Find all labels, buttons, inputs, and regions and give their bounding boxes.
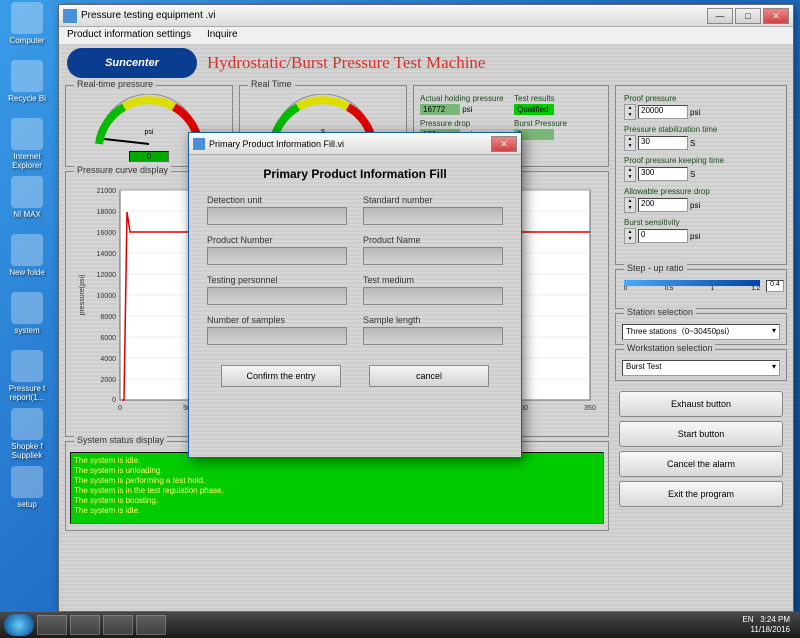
logo: Suncenter bbox=[67, 48, 197, 78]
task-item[interactable] bbox=[103, 615, 133, 635]
svg-text:8000: 8000 bbox=[100, 314, 116, 321]
window-title: Pressure testing equipment .vi bbox=[81, 10, 707, 21]
spinner[interactable]: ▲▼ bbox=[624, 135, 636, 151]
machine-title: Hydrostatic/Burst Pressure Test Machine bbox=[207, 53, 485, 73]
task-item[interactable] bbox=[136, 615, 166, 635]
spinner[interactable]: ▲▼ bbox=[624, 104, 636, 120]
svg-text:6000: 6000 bbox=[100, 335, 116, 342]
menu-product-info[interactable]: Product information settings bbox=[59, 27, 199, 44]
svg-text:0: 0 bbox=[112, 397, 116, 404]
menu-bar: Product information settings Inquire bbox=[59, 27, 793, 45]
holding-pressure-value: 16772 bbox=[420, 104, 460, 115]
parameters-panel: Proof pressure▲▼20000psi Pressure stabil… bbox=[615, 85, 787, 265]
dialog-heading: Primary Product Information Fill bbox=[197, 167, 513, 181]
cancel-button[interactable]: cancel bbox=[369, 365, 489, 387]
product-info-dialog: Primary Product Information Fill.vi ✕ Pr… bbox=[188, 132, 522, 458]
taskbar: EN 3:24 PM 11/18/2016 bbox=[0, 612, 800, 638]
svg-text:pressure(psi): pressure(psi) bbox=[79, 275, 86, 316]
desktop-icon[interactable]: NI MAX bbox=[2, 176, 52, 228]
step-ratio-slider[interactable] bbox=[624, 280, 760, 286]
stabilization-time-input[interactable]: 30 bbox=[638, 136, 688, 150]
dialog-close-button[interactable]: ✕ bbox=[491, 136, 517, 152]
desktop-icon[interactable]: Computer bbox=[2, 2, 52, 54]
number-of-samples-input[interactable] bbox=[207, 327, 347, 345]
task-item[interactable] bbox=[70, 615, 100, 635]
svg-text:21000: 21000 bbox=[97, 188, 117, 195]
system-tray[interactable]: EN 3:24 PM 11/18/2016 bbox=[742, 615, 796, 635]
standard-number-input[interactable] bbox=[363, 207, 503, 225]
desktop-icon[interactable]: Recycle Bi bbox=[2, 60, 52, 112]
svg-text:16000: 16000 bbox=[97, 230, 117, 237]
svg-text:4000: 4000 bbox=[100, 356, 116, 363]
svg-text:10000: 10000 bbox=[97, 293, 117, 300]
svg-text:12000: 12000 bbox=[97, 272, 117, 279]
maximize-button[interactable]: □ bbox=[735, 8, 761, 24]
desktop-icon[interactable]: New folde bbox=[2, 234, 52, 286]
exit-program-button[interactable]: Exit the program bbox=[619, 481, 783, 507]
svg-text:350: 350 bbox=[584, 405, 596, 412]
allowable-drop-input[interactable]: 200 bbox=[638, 198, 688, 212]
test-medium-input[interactable] bbox=[363, 287, 503, 305]
task-item[interactable] bbox=[37, 615, 67, 635]
title-bar[interactable]: Pressure testing equipment .vi — □ ✕ bbox=[59, 5, 793, 27]
dialog-title-bar[interactable]: Primary Product Information Fill.vi ✕ bbox=[189, 133, 521, 155]
close-button[interactable]: ✕ bbox=[763, 8, 789, 24]
burst-sensitivity-input[interactable]: 0 bbox=[638, 229, 688, 243]
test-result-value: Qualified bbox=[514, 104, 554, 115]
confirm-entry-button[interactable]: Confirm the entry bbox=[221, 365, 341, 387]
svg-text:18000: 18000 bbox=[97, 209, 117, 216]
testing-personnel-input[interactable] bbox=[207, 287, 347, 305]
system-log[interactable]: The system is idle.The system is unloadi… bbox=[70, 452, 604, 524]
station-selection-panel: Station selection Three stations（0~30450… bbox=[615, 313, 787, 345]
detection-unit-input[interactable] bbox=[207, 207, 347, 225]
product-number-input[interactable] bbox=[207, 247, 347, 265]
desktop-icon[interactable]: Shopke f Suppliek bbox=[2, 408, 52, 460]
spinner[interactable]: ▲▼ bbox=[624, 197, 636, 213]
start-button[interactable] bbox=[4, 614, 34, 636]
station-dropdown[interactable]: Three stations（0~30450psi）▾ bbox=[622, 324, 780, 340]
cancel-alarm-button[interactable]: Cancel the alarm bbox=[619, 451, 783, 477]
desktop-icon[interactable]: Pressure t report(1... bbox=[2, 350, 52, 402]
start-button[interactable]: Start button bbox=[619, 421, 783, 447]
keeping-time-input[interactable]: 300 bbox=[638, 167, 688, 181]
svg-text:0: 0 bbox=[118, 405, 122, 412]
desktop-icon[interactable]: Internet Explorer bbox=[2, 118, 52, 170]
spinner[interactable]: ▲▼ bbox=[624, 166, 636, 182]
spinner[interactable]: ▲▼ bbox=[624, 228, 636, 244]
dialog-icon bbox=[193, 138, 205, 150]
step-ratio-panel: Step - up ratio 00.511.2 0.4 bbox=[615, 269, 787, 309]
svg-text:2000: 2000 bbox=[100, 377, 116, 384]
exhaust-button[interactable]: Exhaust button bbox=[619, 391, 783, 417]
app-icon bbox=[63, 9, 77, 23]
desktop-icon[interactable]: setup bbox=[2, 466, 52, 518]
menu-inquire[interactable]: Inquire bbox=[199, 27, 246, 44]
workstation-dropdown[interactable]: Burst Test▾ bbox=[622, 360, 780, 376]
minimize-button[interactable]: — bbox=[707, 8, 733, 24]
svg-text:14000: 14000 bbox=[97, 251, 117, 258]
svg-text:psi: psi bbox=[145, 129, 154, 136]
step-ratio-value[interactable]: 0.4 bbox=[766, 280, 784, 292]
desktop-icon[interactable]: system bbox=[2, 292, 52, 344]
sample-length-input[interactable] bbox=[363, 327, 503, 345]
proof-pressure-input[interactable]: 20000 bbox=[638, 105, 688, 119]
workstation-selection-panel: Workstation selection Burst Test▾ bbox=[615, 349, 787, 381]
product-name-input[interactable] bbox=[363, 247, 503, 265]
